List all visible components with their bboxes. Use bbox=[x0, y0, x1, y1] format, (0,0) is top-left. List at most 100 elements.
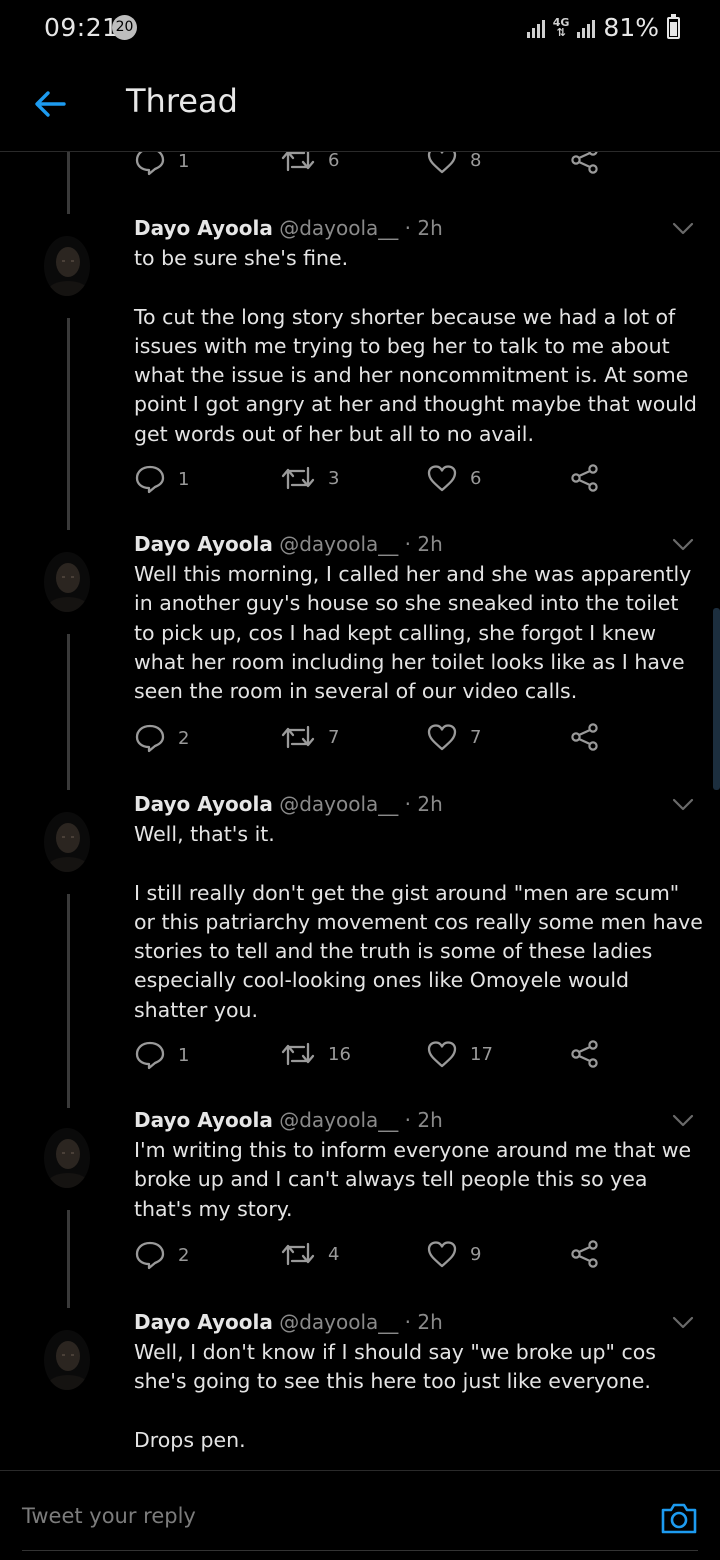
tweet-time: · 2h bbox=[404, 532, 443, 556]
tweet-actions: 2 4 9 bbox=[134, 1240, 614, 1274]
tweet-header: Dayo Ayoola @dayoola__ · 2h bbox=[134, 1108, 443, 1132]
author-handle[interactable]: @dayoola__ bbox=[279, 216, 398, 240]
tweet-time: · 2h bbox=[404, 216, 443, 240]
reply-button[interactable]: 1 bbox=[134, 1040, 189, 1070]
retweet-button[interactable]: 16 bbox=[280, 1040, 351, 1068]
back-arrow-icon[interactable] bbox=[32, 86, 68, 122]
divider bbox=[22, 1550, 698, 1551]
share-nodes-icon bbox=[571, 1240, 598, 1268]
tweet-header: Dayo Ayoola @dayoola__ · 2h bbox=[134, 216, 443, 240]
retweet-count: 3 bbox=[328, 467, 340, 489]
retweet-button[interactable]: 6 bbox=[280, 152, 339, 174]
tweet-text: Well this morning, I called her and she … bbox=[134, 562, 698, 704]
reply-input[interactable]: Tweet your reply bbox=[22, 1504, 196, 1528]
thread-connector bbox=[67, 318, 70, 530]
retweet-button[interactable]: 3 bbox=[280, 464, 339, 492]
wifi-signal-icon bbox=[526, 18, 545, 38]
like-button[interactable]: 17 bbox=[426, 1040, 493, 1068]
reply-button[interactable]: 1 bbox=[134, 152, 189, 176]
author-name[interactable]: Dayo Ayoola bbox=[134, 792, 273, 816]
chevron-down-icon[interactable] bbox=[672, 1316, 694, 1330]
like-button[interactable]: 7 bbox=[426, 723, 481, 751]
reply-count: 1 bbox=[178, 1044, 190, 1066]
retweet-button[interactable]: 4 bbox=[280, 1240, 339, 1268]
tweet-header: Dayo Ayoola @dayoola__ · 2h bbox=[134, 1310, 443, 1334]
reply-button[interactable]: 2 bbox=[134, 723, 189, 753]
author-handle[interactable]: @dayoola__ bbox=[279, 1310, 398, 1334]
share-button[interactable] bbox=[570, 152, 600, 174]
author-name[interactable]: Dayo Ayoola bbox=[134, 216, 273, 240]
tweet-actions: 2 7 7 bbox=[134, 723, 614, 757]
scrollbar-thumb[interactable] bbox=[713, 608, 720, 790]
thread-connector bbox=[67, 1210, 70, 1308]
author-handle[interactable]: @dayoola__ bbox=[279, 532, 398, 556]
retweet-count: 7 bbox=[328, 726, 340, 748]
share-button[interactable] bbox=[570, 1040, 600, 1068]
speech-bubble-icon bbox=[135, 1041, 165, 1070]
share-nodes-icon bbox=[571, 464, 598, 492]
tweet-text: to be sure she's fine. To cut the long s… bbox=[134, 246, 697, 446]
camera-icon[interactable] bbox=[660, 1501, 698, 1535]
author-handle[interactable]: @dayoola__ bbox=[279, 792, 398, 816]
tweet-header: Dayo Ayoola @dayoola__ · 2h bbox=[134, 532, 443, 556]
share-nodes-icon bbox=[571, 1040, 598, 1068]
chevron-down-icon[interactable] bbox=[672, 222, 694, 236]
status-time: 09:21 bbox=[44, 13, 119, 42]
retweet-arrows-icon bbox=[281, 152, 315, 172]
avatar[interactable] bbox=[44, 236, 90, 296]
battery-icon bbox=[667, 13, 680, 39]
thread-connector bbox=[67, 634, 70, 790]
cell-signal-icon bbox=[577, 18, 596, 38]
network-type-icon: 4G ⇅ bbox=[552, 15, 570, 39]
chevron-down-icon[interactable] bbox=[672, 538, 694, 552]
like-button[interactable]: 6 bbox=[426, 464, 481, 492]
author-handle[interactable]: @dayoola__ bbox=[279, 1108, 398, 1132]
reply-count: 1 bbox=[178, 152, 190, 172]
like-count: 6 bbox=[470, 467, 482, 489]
avatar[interactable] bbox=[44, 812, 90, 872]
avatar[interactable] bbox=[44, 1128, 90, 1188]
like-count: 7 bbox=[470, 726, 482, 748]
status-indicators: 4G ⇅ 81% bbox=[526, 13, 680, 42]
reply-button[interactable]: 2 bbox=[134, 1240, 189, 1270]
retweet-count: 4 bbox=[328, 1243, 340, 1265]
like-count: 17 bbox=[470, 1043, 493, 1065]
speech-bubble-icon bbox=[135, 152, 165, 176]
tweet-header: Dayo Ayoola @dayoola__ · 2h bbox=[134, 792, 443, 816]
share-button[interactable] bbox=[570, 464, 600, 492]
retweet-button[interactable]: 7 bbox=[280, 723, 339, 751]
reply-button[interactable]: 1 bbox=[134, 464, 189, 494]
share-button[interactable] bbox=[570, 723, 600, 751]
chevron-down-icon[interactable] bbox=[672, 798, 694, 812]
thread-feed[interactable]: 1 6 8 Dayo Ayoola @dayoola__ · 2h to be … bbox=[0, 152, 720, 1470]
author-name[interactable]: Dayo Ayoola bbox=[134, 1310, 273, 1334]
avatar[interactable] bbox=[44, 552, 90, 612]
retweet-arrows-icon bbox=[281, 725, 315, 749]
share-nodes-icon bbox=[571, 152, 598, 174]
author-name[interactable]: Dayo Ayoola bbox=[134, 1108, 273, 1132]
heart-icon bbox=[427, 1241, 457, 1268]
app-header: Thread bbox=[0, 56, 720, 152]
author-name[interactable]: Dayo Ayoola bbox=[134, 532, 273, 556]
speech-bubble-icon bbox=[135, 465, 165, 494]
tweet-text: I'm writing this to inform everyone arou… bbox=[134, 1138, 698, 1221]
like-button[interactable]: 9 bbox=[426, 1240, 481, 1268]
tweet-time: · 2h bbox=[404, 1310, 443, 1334]
retweet-arrows-icon bbox=[281, 1042, 315, 1066]
thread-connector bbox=[67, 152, 70, 214]
like-count: 9 bbox=[470, 1243, 482, 1265]
chevron-down-icon[interactable] bbox=[672, 1114, 694, 1128]
thread-connector bbox=[67, 894, 70, 1108]
retweet-arrows-icon bbox=[281, 466, 315, 490]
reply-count: 2 bbox=[178, 727, 190, 749]
like-button[interactable]: 8 bbox=[426, 152, 481, 174]
avatar[interactable] bbox=[44, 1330, 90, 1390]
share-button[interactable] bbox=[570, 1240, 600, 1268]
speech-bubble-icon bbox=[135, 724, 165, 753]
tweet-actions: 1 6 8 bbox=[134, 152, 614, 180]
retweet-count: 6 bbox=[328, 152, 340, 171]
reply-count: 1 bbox=[178, 468, 190, 490]
page-title: Thread bbox=[126, 82, 238, 120]
reply-bar: Tweet your reply bbox=[0, 1470, 720, 1560]
retweet-arrows-icon bbox=[281, 1242, 315, 1266]
